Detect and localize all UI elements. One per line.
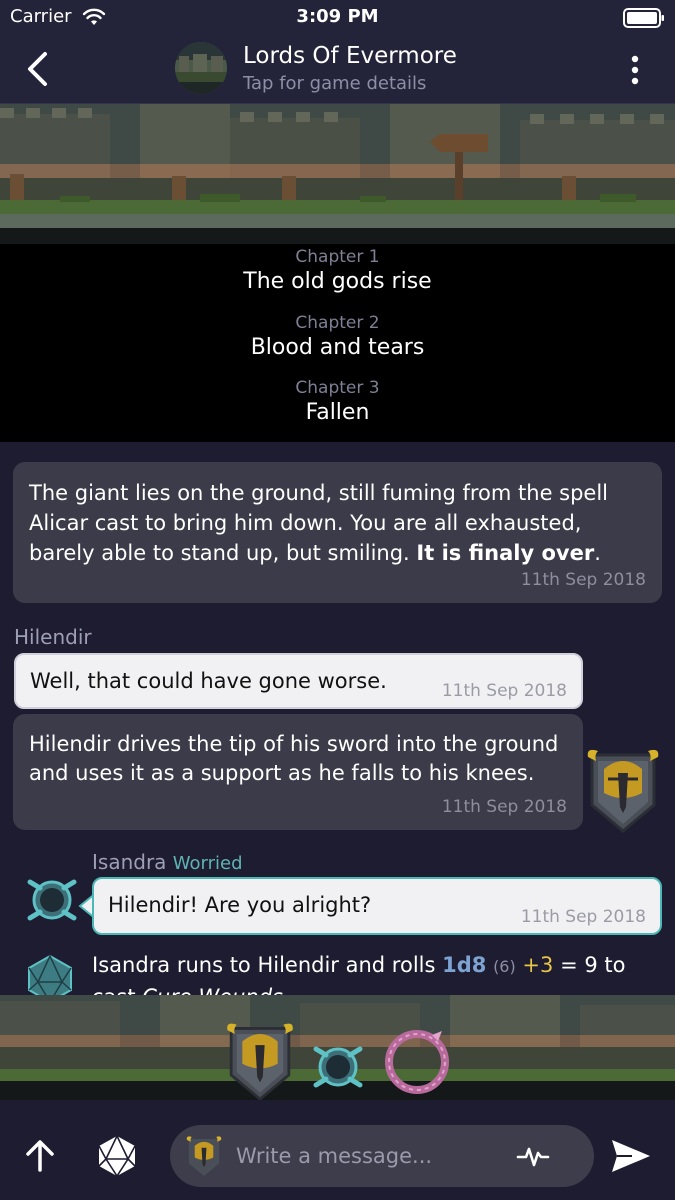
narration-end: . — [594, 541, 601, 565]
chapter-1[interactable]: Chapter 1 The old gods rise — [0, 247, 675, 294]
chapter-label: Chapter 3 — [295, 378, 380, 398]
speech-text: Well, that could have gone worse. — [30, 669, 387, 693]
narration-emphasis: It is finaly over — [416, 541, 595, 565]
narration-message[interactable]: The giant lies on the ground, still fumi… — [13, 462, 662, 603]
mood-badge: Worried — [172, 853, 243, 874]
action-message-hilendir[interactable]: Hilendir drives the tip of his sword int… — [13, 714, 583, 830]
more-vertical-icon[interactable] — [620, 50, 650, 90]
message-date: 11th Sep 2018 — [520, 907, 646, 927]
message-input[interactable] — [236, 1139, 506, 1173]
sender-name-isandra[interactable]: Isandra Worried — [92, 850, 243, 874]
roll-modifier: +3 — [522, 953, 554, 977]
chapter-label: Chapter 1 — [295, 247, 380, 267]
message-date: 11th Sep 2018 — [520, 570, 646, 590]
d20-dice-icon[interactable] — [96, 1134, 138, 1178]
roll-raw-result: (6) — [493, 957, 516, 976]
message-date: 11th Sep 2018 — [441, 797, 567, 817]
chat-thread[interactable]: The giant lies on the ground, still fumi… — [0, 442, 675, 995]
helmet-icon[interactable] — [222, 1021, 298, 1100]
d20-dice-icon — [28, 954, 72, 995]
chapter-title: Blood and tears — [250, 335, 425, 360]
send-icon[interactable] — [610, 1138, 652, 1174]
ouroboros-icon[interactable] — [380, 1025, 454, 1099]
status-bar: Carrier 3:09 PM — [0, 0, 675, 34]
bottom-toolbar — [0, 1100, 675, 1200]
back-chevron-icon[interactable] — [18, 48, 58, 90]
roll-equals: = 9 to — [560, 953, 626, 977]
dice-roll-message[interactable]: Isandra runs to Hilendir and rolls 1d8 (… — [92, 950, 662, 995]
castle-banner-image — [0, 104, 675, 244]
game-details-hint[interactable]: Tap for game details — [243, 73, 426, 94]
chapter-title: The old gods rise — [243, 269, 432, 294]
game-avatar[interactable] — [175, 42, 227, 94]
chat-screen: Carrier 3:09 PM Lords Of Evermore Tap fo… — [0, 0, 675, 1200]
message-date: 11th Sep 2018 — [441, 681, 567, 701]
arrow-up-icon[interactable] — [22, 1138, 58, 1174]
roll-line2-prefix: cast — [92, 985, 142, 995]
chapter-label: Chapter 2 — [295, 313, 380, 333]
status-time: 3:09 PM — [296, 6, 379, 27]
party-banner — [0, 995, 675, 1100]
speech-text: Hilendir! Are you alright? — [108, 893, 372, 917]
chapter-title: Fallen — [305, 400, 370, 425]
helmet-icon[interactable] — [184, 1135, 224, 1177]
roll-prefix: Isandra runs to Hilendir and rolls — [92, 953, 443, 977]
action-text: Hilendir drives the tip of his sword int… — [29, 732, 559, 785]
pulse-icon[interactable] — [516, 1141, 550, 1171]
game-title[interactable]: Lords Of Evermore — [243, 43, 457, 69]
nav-bar: Lords Of Evermore Tap for game details — [0, 34, 675, 104]
battery-icon — [623, 8, 664, 28]
chapter-3[interactable]: Chapter 3 Fallen — [0, 378, 675, 425]
shield-sigil-icon[interactable] — [310, 1039, 366, 1095]
message-composer — [170, 1125, 594, 1187]
isandra-name: Isandra — [92, 850, 167, 874]
speech-bubble-hilendir[interactable]: Well, that could have gone worse. 11th S… — [14, 653, 583, 709]
roll-dice: 1d8 — [442, 953, 487, 977]
roll-spell: Cure Wounds — [142, 985, 283, 995]
shield-sigil-icon[interactable] — [24, 872, 80, 928]
chapter-list: Chapter 1 The old gods rise Chapter 2 Bl… — [0, 244, 675, 442]
sender-name-hilendir[interactable]: Hilendir — [14, 625, 92, 649]
helmet-icon[interactable] — [584, 747, 662, 833]
chapter-2[interactable]: Chapter 2 Blood and tears — [0, 313, 675, 360]
speech-bubble-isandra[interactable]: Hilendir! Are you alright? 11th Sep 2018 — [92, 877, 662, 935]
